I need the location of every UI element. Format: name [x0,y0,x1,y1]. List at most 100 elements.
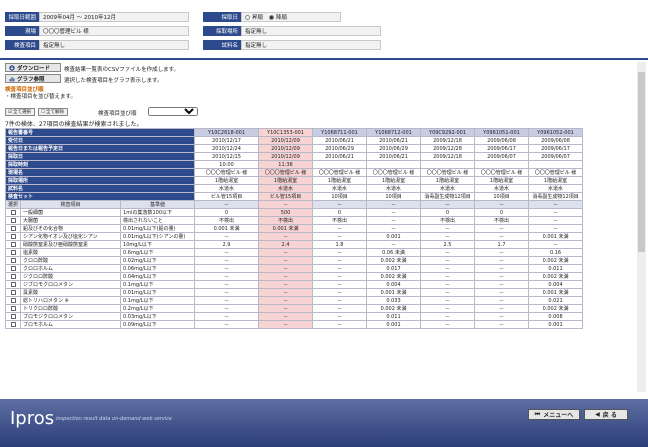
row-checkbox[interactable] [10,321,16,327]
result-cell: － [420,224,476,233]
row-select-cell[interactable] [4,224,22,233]
col-select-header: 選択 [4,200,22,209]
standard-value: 0.6mg/L以下 [120,248,196,257]
result-cell: 不検出 [194,216,260,225]
row-select-cell[interactable] [4,256,22,265]
info-cell: 10項目 [312,192,368,201]
download-icon [9,64,15,71]
row-checkbox[interactable] [10,233,16,239]
info-cell: 水道水 [366,184,422,193]
row-select-cell[interactable] [4,288,22,297]
sort-note: ・検査項目を並び替えます。 [5,94,76,100]
item-name: 塩素酸 [20,248,122,257]
result-cell: － [194,264,260,273]
radio-asc[interactable]: 昇順 [245,13,263,21]
row-checkbox[interactable] [10,217,16,223]
row-select-cell[interactable] [4,312,22,321]
info-row: 採取日 2010/12/15 2010/12/09 2010/06/21 2010/06… [4,152,584,161]
row-checkbox[interactable] [10,225,16,231]
menu-button[interactable]: ⏮ メニューへ [528,409,580,420]
row-checkbox[interactable] [10,257,16,263]
standard-value: 0.01mg/L以下(鉛の量) [120,224,196,233]
info-row: 受付日 2010/12/17 2010/12/09 2010/06/21 2010/06… [4,136,584,145]
clear-all-button[interactable]: ☐ 全て解除 [38,108,68,116]
result-cell: 0.017 [366,264,422,273]
first-icon: ⏮ [534,410,541,418]
info-cell: 2010/12/09 [258,152,314,161]
result-cell: － [258,312,314,321]
result-cell: 0.004 [528,280,584,289]
info-cell: 水道水 [312,184,368,193]
graph-button[interactable]: グラフ参照 [5,74,61,83]
info-row-label: 検査セット [4,192,196,201]
back-button[interactable]: ◀ 戻 る [584,409,628,420]
row-select-cell[interactable] [4,248,22,257]
result-cell: － [194,304,260,313]
standard-value: 0.04mg/L以下 [120,272,196,281]
info-row: 検査セット ビル管15項目 ビル管15項目 10項目 10項目 消毒副生成物12項目 10項… [4,192,584,201]
result-cell: 0.001 [366,232,422,241]
table-row: トリクロロ酢酸 0.2mg/L以下－－－ 0.002 未満－－ 0.002 未満 [4,304,584,313]
row-select-cell[interactable] [4,264,22,273]
result-cell: 0.002 未満 [528,256,584,265]
radio-desc[interactable]: 降順 [269,13,287,21]
row-select-cell[interactable] [4,296,22,305]
table-row: シアン化物イオン及び塩化シアン 0.01mg/L以下(シアンの量) －－－ 0.001… [4,232,584,241]
result-cell: － [420,320,476,329]
result-cell: － [258,256,314,265]
info-cell: 水道水 [528,184,584,193]
row-checkbox[interactable] [10,273,16,279]
vertical-scrollbar[interactable] [637,62,646,392]
graph-icon [9,76,15,81]
result-cell: － [474,264,530,273]
result-cell: － [312,232,368,241]
standard-value: 0.01mg/L以下(シアンの量) [120,232,196,241]
info-cell: 2009/12/18 [420,136,476,145]
info-row: 採取時刻 10:00 11:38 [4,160,584,169]
info-row: 報告日または報告予定日 2010/12/24 2010/12/09 2010/06/2… [4,144,584,153]
date-label: 採取日 [203,12,241,22]
download-button[interactable]: ダウンロード [5,63,61,72]
row-select-cell[interactable] [4,240,22,249]
row-checkbox[interactable] [10,209,16,215]
item-name: クロロ酢酸 [20,256,122,265]
result-cell: 0.16 [528,248,584,257]
result-cell: 500 [258,208,314,217]
result-cell: － [194,248,260,257]
row-select-cell[interactable] [4,232,22,241]
table-row: 臭素酸 0.01mg/L以下－－－ 0.001 未満－－ 0.001 未満 [4,288,584,297]
result-cell: － [258,248,314,257]
row-checkbox[interactable] [10,289,16,295]
row-checkbox[interactable] [10,265,16,271]
row-checkbox[interactable] [10,297,16,303]
row-select-cell[interactable] [4,208,22,217]
result-cell: 不検出 [258,216,314,225]
info-cell: 2010/06/29 [366,144,422,153]
info-row: 試料名 水道水 水道水 水道水 水道水 水道水 水道水 水道水 [4,184,584,193]
row-checkbox[interactable] [10,305,16,311]
result-cell: － [194,312,260,321]
row-select-cell[interactable] [4,320,22,329]
row-checkbox[interactable] [10,313,16,319]
result-cell: － [312,264,368,273]
result-cell: － [258,296,314,305]
result-cell: 0.001 未満 [528,232,584,241]
info-row-label: 報告日または報告予定日 [4,144,196,153]
row-checkbox[interactable] [10,249,16,255]
row-select-cell[interactable] [4,280,22,289]
row-checkbox[interactable] [10,281,16,287]
radio-desc-icon [269,14,275,20]
row-checkbox[interactable] [10,241,16,247]
info-cell [312,160,368,169]
row-select-cell[interactable] [4,216,22,225]
sort-select[interactable] [148,107,198,116]
table-row: ジクロロ酢酸 0.04mg/L以下－－－ 0.002 未満－－ 0.002 未満 [4,272,584,281]
info-cell: 2010/12/24 [194,144,260,153]
header-divider [0,58,648,60]
row-select-cell[interactable] [4,304,22,313]
row-select-cell[interactable] [4,272,22,281]
info-cell: 2009/06/08 [474,136,530,145]
info-cell: 〇〇〇管理ビル 様 [366,168,422,177]
scrollbar-thumb[interactable] [638,72,645,252]
select-all-button[interactable]: ☑ 全て選択 [5,108,35,116]
